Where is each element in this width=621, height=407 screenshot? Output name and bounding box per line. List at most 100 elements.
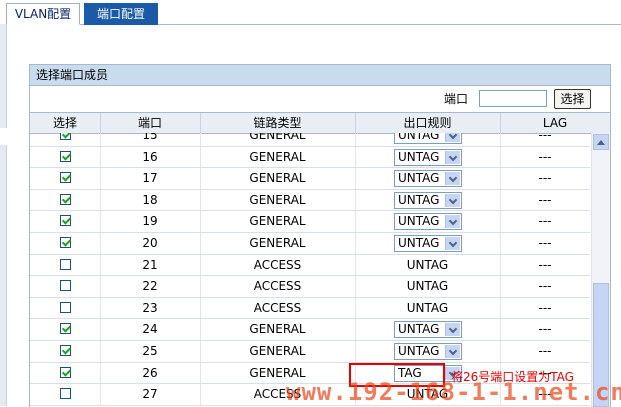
egress-rule-select[interactable]: UNTAG bbox=[394, 234, 462, 252]
chevron-down-icon[interactable] bbox=[445, 236, 460, 250]
egress-rule-select[interactable]: UNTAG bbox=[394, 148, 462, 166]
link-type: ACCESS bbox=[200, 384, 356, 406]
egress-rule-value: UNTAG bbox=[406, 279, 449, 294]
highlight-box bbox=[349, 363, 445, 387]
row-checkbox[interactable] bbox=[59, 388, 71, 400]
port-search-row: 端口 选择 bbox=[30, 86, 610, 112]
port-number: 25 bbox=[100, 340, 201, 362]
lag-value: --- bbox=[538, 279, 552, 294]
egress-rule-select[interactable]: UNTAG bbox=[394, 133, 462, 144]
tab-bar: VLAN配置 端口配置 bbox=[0, 0, 621, 25]
row-checkbox[interactable] bbox=[59, 280, 71, 292]
table-row: 18 GENERAL UNTAG --- bbox=[30, 189, 590, 212]
egress-rule-cell: UNTAG bbox=[355, 254, 501, 276]
select-cell bbox=[30, 384, 101, 406]
row-checkbox[interactable] bbox=[59, 133, 71, 140]
egress-rule-select[interactable]: UNTAG bbox=[394, 321, 462, 339]
select-cell bbox=[30, 340, 101, 362]
tab-port-config[interactable]: 端口配置 bbox=[84, 3, 158, 25]
row-checkbox[interactable] bbox=[59, 366, 71, 378]
select-cell bbox=[30, 168, 101, 190]
row-checkbox[interactable] bbox=[59, 323, 71, 335]
header-port: 端口 bbox=[100, 113, 201, 133]
select-cell bbox=[30, 232, 101, 254]
select-cell bbox=[30, 362, 101, 384]
egress-rule-cell: UNTAG bbox=[355, 232, 501, 254]
link-type: GENERAL bbox=[200, 211, 356, 233]
egress-rule-value: UNTAG bbox=[398, 133, 440, 142]
port-number: 18 bbox=[100, 189, 201, 211]
row-checkbox[interactable] bbox=[59, 301, 71, 313]
lag-value: --- bbox=[538, 171, 552, 186]
tab-vlan-config[interactable]: VLAN配置 bbox=[6, 3, 80, 25]
select-cell bbox=[30, 319, 101, 341]
port-number: 26 bbox=[100, 362, 201, 384]
port-number: 17 bbox=[100, 168, 201, 190]
table-row: 22 ACCESS UNTAG --- bbox=[30, 276, 590, 298]
row-checkbox[interactable] bbox=[59, 258, 71, 270]
lag-value: --- bbox=[538, 300, 552, 315]
select-cell bbox=[30, 133, 101, 146]
row-checkbox[interactable] bbox=[59, 172, 71, 184]
link-type: GENERAL bbox=[200, 189, 356, 211]
select-button[interactable]: 选择 bbox=[554, 89, 591, 109]
egress-rule-cell: UNTAG bbox=[355, 211, 501, 233]
lag-value: --- bbox=[538, 214, 552, 229]
table-row: 24 GENERAL UNTAG --- bbox=[30, 319, 590, 341]
egress-rule-cell: UNTAG bbox=[355, 189, 501, 211]
chevron-down-icon[interactable] bbox=[445, 344, 460, 358]
link-type: GENERAL bbox=[200, 319, 356, 341]
table-row: 25 GENERAL UNTAG --- bbox=[30, 340, 590, 363]
table-rows: 15 GENERAL UNTAG --- 16 GENERAL UNTAG --- 17 GENE… bbox=[30, 133, 590, 406]
link-type: GENERAL bbox=[200, 133, 356, 146]
egress-rule-cell: UNTAG bbox=[355, 168, 501, 190]
port-number: 16 bbox=[100, 146, 201, 168]
chevron-down-icon[interactable] bbox=[445, 215, 460, 229]
chevron-down-icon[interactable] bbox=[445, 133, 460, 142]
header-egress-rule: 出口规则 bbox=[355, 113, 501, 133]
scrollbar-thumb[interactable] bbox=[593, 283, 609, 407]
vertical-scrollbar[interactable] bbox=[591, 133, 610, 407]
egress-rule-cell: UNTAG bbox=[355, 276, 501, 298]
table-row: 20 GENERAL UNTAG --- bbox=[30, 232, 590, 255]
chevron-down-icon[interactable] bbox=[445, 193, 460, 207]
table-row: 15 GENERAL UNTAG --- bbox=[30, 133, 590, 147]
table-row: 19 GENERAL UNTAG --- bbox=[30, 211, 590, 233]
row-checkbox[interactable] bbox=[59, 193, 71, 205]
chevron-down-icon[interactable] bbox=[445, 323, 460, 337]
link-type: ACCESS bbox=[200, 297, 356, 319]
link-type: ACCESS bbox=[200, 276, 356, 298]
egress-rule-cell: UNTAG bbox=[355, 297, 501, 319]
egress-rule-select[interactable]: UNTAG bbox=[394, 213, 462, 231]
annotation-text: 将26号端口设置为TAG bbox=[451, 370, 574, 384]
egress-rule-select[interactable]: UNTAG bbox=[394, 342, 462, 360]
port-number: 24 bbox=[100, 319, 201, 341]
egress-rule-cell: UNTAG bbox=[355, 319, 501, 341]
header-select: 选择 bbox=[30, 113, 101, 133]
port-member-panel: 选择端口成员 端口 选择 选择 端口 链路类型 出口规则 LAG 15 GENER… bbox=[29, 64, 611, 407]
scroll-up-arrow-icon[interactable] bbox=[593, 134, 609, 150]
egress-rule-select[interactable]: UNTAG bbox=[394, 191, 462, 209]
egress-rule-select[interactable]: UNTAG bbox=[394, 170, 462, 188]
row-checkbox[interactable] bbox=[59, 150, 71, 162]
left-frame-edge bbox=[0, 24, 7, 128]
header-link-type: 链路类型 bbox=[200, 113, 356, 133]
header-lag: LAG bbox=[542, 116, 568, 130]
row-checkbox[interactable] bbox=[59, 236, 71, 248]
egress-rule-value: UNTAG bbox=[398, 235, 440, 250]
egress-rule-value: UNTAG bbox=[398, 214, 440, 229]
egress-rule-value: UNTAG bbox=[398, 322, 440, 337]
select-cell bbox=[30, 146, 101, 168]
port-search-input[interactable] bbox=[479, 90, 547, 107]
egress-rule-value: UNTAG bbox=[398, 192, 440, 207]
row-checkbox[interactable] bbox=[59, 215, 71, 227]
lag-value: --- bbox=[538, 322, 552, 337]
row-checkbox[interactable] bbox=[59, 344, 71, 356]
lag-value: --- bbox=[538, 387, 552, 402]
chevron-down-icon[interactable] bbox=[445, 150, 460, 164]
chevron-down-icon[interactable] bbox=[445, 172, 460, 186]
table-row: 27 ACCESS UNTAG --- bbox=[30, 384, 590, 406]
egress-rule-value: UNTAG bbox=[398, 343, 440, 358]
port-number: 21 bbox=[100, 254, 201, 276]
left-frame-edge-lower bbox=[0, 145, 7, 406]
